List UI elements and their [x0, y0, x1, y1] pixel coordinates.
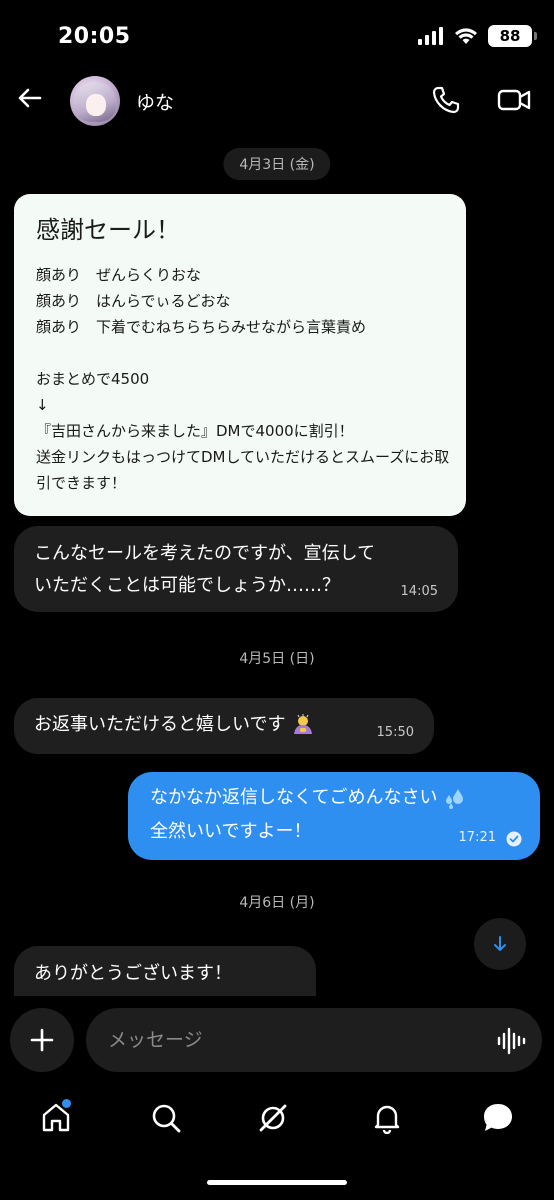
person-bowing-emoji — [294, 714, 313, 734]
contact-name[interactable]: ゆな — [136, 88, 174, 115]
battery-level: 88 — [499, 27, 521, 45]
date-separator: 4月6日 (月) — [239, 895, 315, 911]
card-title: 感謝セール！ — [36, 216, 180, 244]
bell-icon — [374, 1105, 400, 1134]
add-attachment-button[interactable] — [10, 1008, 74, 1072]
slash-circle-icon — [259, 1104, 287, 1132]
phone-icon — [432, 86, 460, 114]
tab-home[interactable] — [36, 1098, 76, 1138]
signal-icon — [418, 27, 443, 45]
avatar[interactable] — [70, 76, 120, 126]
message-content: お返事いただけると嬉しいです — [34, 709, 315, 741]
message-time: 17:21 — [458, 830, 496, 845]
home-indicator — [207, 1180, 347, 1185]
message-line: なかなか返信しなくてごめんなさい — [150, 782, 467, 814]
message-list[interactable]: 4月3日 (金) 感謝セール！ 顔あり ぜんらくりおな 顔あり はんらでぃるどお… — [0, 140, 554, 996]
tab-messages[interactable] — [478, 1098, 518, 1138]
status-time: 20:05 — [58, 24, 131, 49]
message-text: 全然いいですよー！ — [150, 821, 312, 842]
incoming-message[interactable]: こんなセールを考えたのですが、宣伝して いただくことは可能でしょうか……？ 14… — [14, 526, 458, 612]
message-text: こんなセールを考えたのですが、宣伝して いただくことは可能でしょうか……？ — [34, 543, 376, 596]
message-text: お返事いただけると嬉しいです — [34, 714, 286, 735]
tab-bar — [0, 1086, 554, 1150]
incoming-message[interactable]: お返事いただけると嬉しいです 15:50 — [14, 698, 434, 754]
date-separator: 4月5日 (日) — [239, 651, 315, 667]
video-camera-icon — [497, 89, 531, 111]
tab-notifications[interactable] — [367, 1098, 407, 1138]
status-bar: 20:05 88 — [0, 0, 554, 72]
voice-message-button[interactable] — [496, 1026, 526, 1056]
tab-grok[interactable] — [253, 1098, 293, 1138]
back-button[interactable] — [14, 82, 46, 114]
sweat-droplets-emoji — [446, 789, 464, 809]
message-text: なかなか返信しなくてごめんなさい — [150, 787, 438, 808]
date-separator: 4月3日 (金) — [223, 148, 331, 180]
tab-search[interactable] — [146, 1098, 186, 1138]
check-circle-icon — [506, 831, 522, 847]
call-button[interactable] — [430, 84, 462, 116]
message-text: ありがとうございます！ — [34, 963, 232, 984]
battery-indicator: 88 — [488, 25, 537, 47]
message-time: 14:05 — [400, 584, 438, 599]
message-input[interactable] — [86, 1008, 542, 1072]
avatar-face — [86, 94, 106, 116]
image-attachment[interactable]: 感謝セール！ 顔あり ぜんらくりおな 顔あり はんらでぃるどおな 顔あり 下着で… — [14, 194, 466, 516]
chat-header: ゆな — [0, 72, 554, 128]
plus-icon — [30, 1028, 54, 1052]
arrow-down-icon — [494, 936, 506, 951]
scroll-to-bottom-button[interactable] — [474, 918, 526, 970]
search-icon — [152, 1104, 181, 1133]
status-icons: 88 — [418, 25, 537, 47]
message-composer — [0, 1002, 554, 1078]
wifi-icon — [455, 28, 477, 44]
message-time: 15:50 — [376, 725, 414, 740]
card-body: 顔あり ぜんらくりおな 顔あり はんらでぃるどおな 顔あり 下着でむねちらちらみ… — [36, 266, 450, 492]
outgoing-message[interactable]: なかなか返信しなくてごめんなさい 全然いいですよー！ 17:21 — [128, 772, 540, 860]
notification-dot — [62, 1099, 71, 1108]
waveform-icon — [497, 1027, 526, 1055]
chat-bubble-icon — [484, 1104, 512, 1131]
arrow-left-icon — [18, 88, 42, 108]
incoming-message[interactable]: ありがとうございます！ — [14, 946, 316, 996]
video-call-button[interactable] — [496, 84, 532, 116]
